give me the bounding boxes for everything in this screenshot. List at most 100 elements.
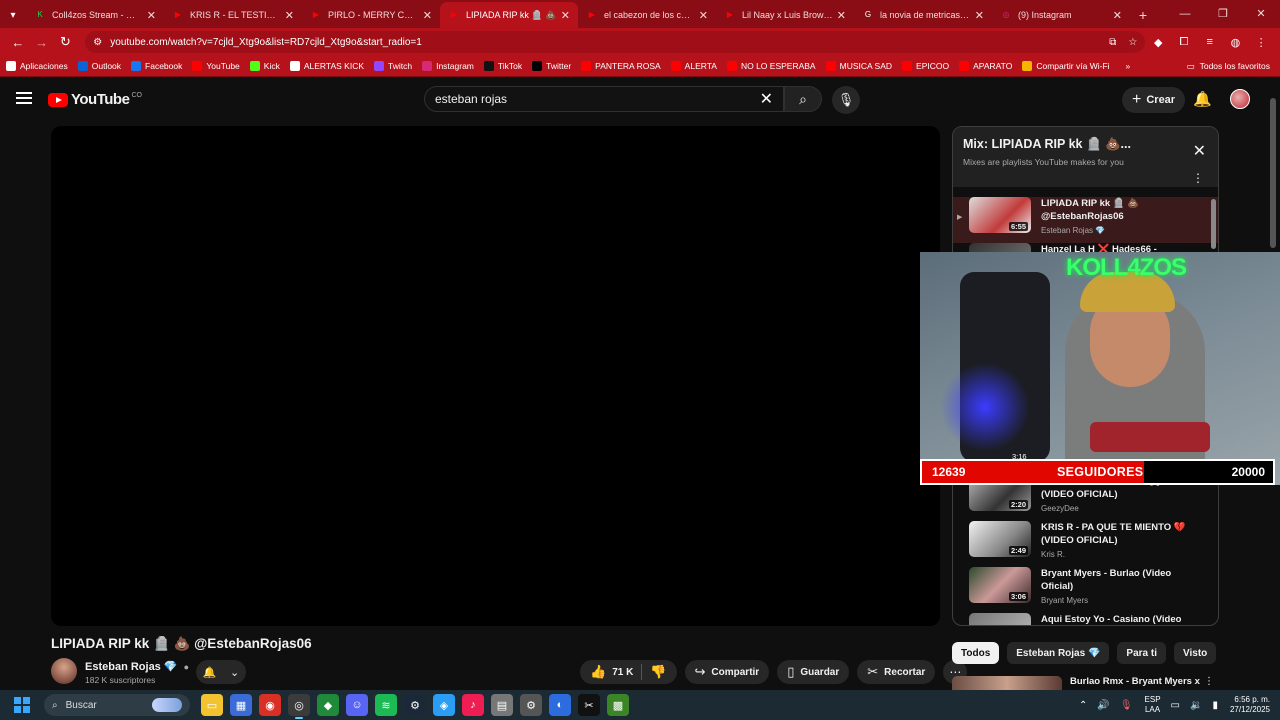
taskbar-search[interactable]: ⌕ Buscar <box>44 694 190 716</box>
bookmark-item[interactable]: ALERTAS KICK <box>289 61 364 71</box>
bookmark-item[interactable]: Aplicaciones <box>6 61 68 71</box>
forward-icon[interactable]: → <box>30 35 54 50</box>
bookmark-item[interactable]: NO LO ESPERABA <box>726 61 816 71</box>
tray-overflow-icon[interactable]: ⌃ <box>1079 700 1087 711</box>
playlist-item-title[interactable]: Aqui Estoy Yo - Casiano (Video <box>1041 613 1191 625</box>
store-icon[interactable]: ▦ <box>230 694 252 716</box>
search-input[interactable]: esteban rojas <box>435 92 760 106</box>
spotify-icon[interactable]: ≋ <box>375 694 397 716</box>
bookmark-item[interactable]: Twitter <box>532 61 571 71</box>
like-icon[interactable]: 👍 <box>590 664 606 680</box>
account-avatar[interactable] <box>1230 89 1250 109</box>
close-icon[interactable]: ✕ <box>1193 141 1206 161</box>
tab-close-icon[interactable]: ✕ <box>147 9 156 22</box>
recommendation-title[interactable]: Burlao Rmx - Bryant Myers x <box>1070 676 1200 690</box>
browser-tab[interactable]: ▶ el cabezon de los cantore ✕ <box>578 2 716 28</box>
game-icon[interactable]: ◆ <box>317 694 339 716</box>
search-box[interactable]: esteban rojas ✕ <box>424 86 784 112</box>
playlist-item[interactable]: ▶ 6:55 LIPIADA RIP kk 🪦 💩 @EstebanRojas06 E… <box>953 197 1218 243</box>
playlist-thumbnail[interactable]: 2:49 <box>969 521 1031 557</box>
microphone-tray-icon[interactable]: 🎙 <box>1120 700 1133 711</box>
extensions-puzzle-icon[interactable]: ⧠ <box>1171 36 1197 49</box>
playlist-more-icon[interactable]: ⋮ <box>1192 171 1204 185</box>
tab-search-button[interactable]: ▾ <box>0 2 26 28</box>
voice-search-icon[interactable]: 🎙 <box>832 86 860 114</box>
menu-kebab-icon[interactable]: ⋮ <box>1248 36 1274 49</box>
capcut-icon[interactable]: ✂ <box>578 694 600 716</box>
vpn-icon[interactable]: ◈ <box>433 694 455 716</box>
speaker-icon[interactable]: 🔊 <box>1097 700 1109 711</box>
playlist-item-title[interactable]: KRIS R - PA QUE TE MIENTO 💔 (VIDEO OFICI… <box>1041 521 1191 547</box>
filter-chip[interactable]: Esteban Rojas 💎 <box>1007 642 1110 664</box>
bookmark-item[interactable]: Compartir vía Wi-Fi <box>1022 61 1110 71</box>
recommendation-more-icon[interactable]: ⋮ <box>1204 676 1214 687</box>
share-button[interactable]: ↪ Compartir <box>684 660 770 684</box>
recommendation-thumbnail[interactable] <box>952 676 1062 690</box>
browser-tab[interactable]: ◎ (9) Instagram ✕ <box>992 2 1130 28</box>
tiktok-icon[interactable]: ♪ <box>462 694 484 716</box>
profile-icon[interactable]: ◍ <box>1223 36 1249 49</box>
youtube-logo[interactable]: YouTube CO <box>48 91 142 108</box>
windows-start-icon[interactable] <box>14 697 30 713</box>
bookmark-item[interactable]: Twitch <box>374 61 412 71</box>
bookmark-item[interactable]: YouTube <box>192 61 240 71</box>
browser-tab[interactable]: ▶ LIPIADA RIP kk 🪦 💩 ✕ <box>440 2 578 28</box>
browser-tab[interactable]: ▶ PIRLO - MERRY CHRISTMA ✕ <box>302 2 440 28</box>
dislike-icon[interactable]: 👎 <box>650 664 666 680</box>
playlist-thumbnail[interactable]: 3:06 <box>969 567 1031 603</box>
bookmark-item[interactable]: APARATO <box>959 61 1012 71</box>
file-explorer-icon[interactable]: ▭ <box>201 694 223 716</box>
create-button[interactable]: + Crear <box>1122 87 1186 113</box>
bookmark-item[interactable]: MUSICA SAD <box>825 61 892 71</box>
battery-icon[interactable]: ▮ <box>1212 700 1218 711</box>
network-icon[interactable]: ▭ <box>1171 700 1180 711</box>
page-scrollbar[interactable] <box>1270 84 1276 690</box>
notifications-bell-icon[interactable]: 🔔 <box>1193 90 1212 108</box>
settings-icon[interactable]: ⚙ <box>520 694 542 716</box>
reload-icon[interactable]: ↻ <box>54 34 78 50</box>
search-button[interactable]: ⌕ <box>784 86 822 112</box>
site-info-icon[interactable]: ⚙ <box>93 37 102 48</box>
tab-close-icon[interactable]: ✕ <box>837 9 846 22</box>
playlist-item[interactable]: Aqui Estoy Yo - Casiano (Video <box>953 613 1218 625</box>
subscription-bell-button[interactable]: 🔔 ⌄ <box>196 660 246 684</box>
tab-close-icon[interactable]: ✕ <box>423 9 432 22</box>
bookmark-item[interactable]: Facebook <box>131 61 182 71</box>
clock[interactable]: 6:56 p. m. 27/12/2025 <box>1230 695 1270 715</box>
tab-close-icon[interactable]: ✕ <box>285 9 294 22</box>
language-indicator[interactable]: ESP LAA <box>1145 695 1161 715</box>
minecraft-icon[interactable]: ▩ <box>607 694 629 716</box>
browser-tab[interactable]: K Coll4zos Stream - Watch L ✕ <box>26 2 164 28</box>
new-tab-button[interactable]: + <box>1130 2 1156 28</box>
tab-close-icon[interactable]: ✕ <box>1113 9 1122 22</box>
filter-chip[interactable]: Todos <box>952 642 1000 664</box>
browser-tab[interactable]: ▶ Lil Naay x Luis Brown - De ✕ <box>716 2 854 28</box>
steam-icon[interactable]: ⚙ <box>404 694 426 716</box>
minimize-button[interactable]: — <box>1166 0 1204 28</box>
like-count[interactable]: 71 K <box>612 667 633 678</box>
notepad-icon[interactable]: ▤ <box>491 694 513 716</box>
playlist-item-title[interactable]: LIPIADA RIP kk 🪦 💩 @EstebanRojas06 <box>1041 197 1191 223</box>
bookmark-item[interactable]: PANTERA ROSA <box>581 61 661 71</box>
filter-chip[interactable]: Para ti <box>1117 642 1166 664</box>
save-button[interactable]: ▯ Guardar <box>777 660 850 684</box>
media-icon[interactable]: ≡ <box>1197 36 1223 48</box>
tab-close-icon[interactable]: ✕ <box>561 9 570 22</box>
playlist-scroll-thumb[interactable] <box>1211 199 1216 249</box>
playlist-item[interactable]: 2:49 KRIS R - PA QUE TE MIENTO 💔 (VIDEO O… <box>953 521 1218 567</box>
mix-title[interactable]: Mix: LIPIADA RIP kk 🪦 💩... <box>963 137 1208 152</box>
bookmark-item[interactable]: ALERTA <box>670 61 717 71</box>
playlist-item[interactable]: 3:06 Bryant Myers - Burlao (Video Oficial… <box>953 567 1218 613</box>
extension-icon[interactable]: ◆ <box>1145 36 1171 49</box>
install-icon[interactable]: ⧉ <box>1109 37 1116 48</box>
all-favorites[interactable]: ▭ Todos los favoritos <box>1187 61 1270 72</box>
app-icon[interactable]: ◐ <box>549 694 571 716</box>
address-bar[interactable]: ⚙ youtube.com/watch?v=7cjld_Xtg9o&list=R… <box>85 31 1146 53</box>
page-scroll-thumb[interactable] <box>1270 98 1276 248</box>
playlist-thumbnail[interactable]: 6:55 <box>969 197 1031 233</box>
more-bookmarks-icon[interactable]: » <box>1126 61 1131 71</box>
url-text[interactable]: youtube.com/watch?v=7cjld_Xtg9o&list=RD7… <box>110 37 1101 48</box>
bookmark-item[interactable]: Instagram <box>422 61 474 71</box>
video-player[interactable] <box>51 126 940 626</box>
channel-name[interactable]: Esteban Rojas 💎 ● <box>85 660 189 673</box>
